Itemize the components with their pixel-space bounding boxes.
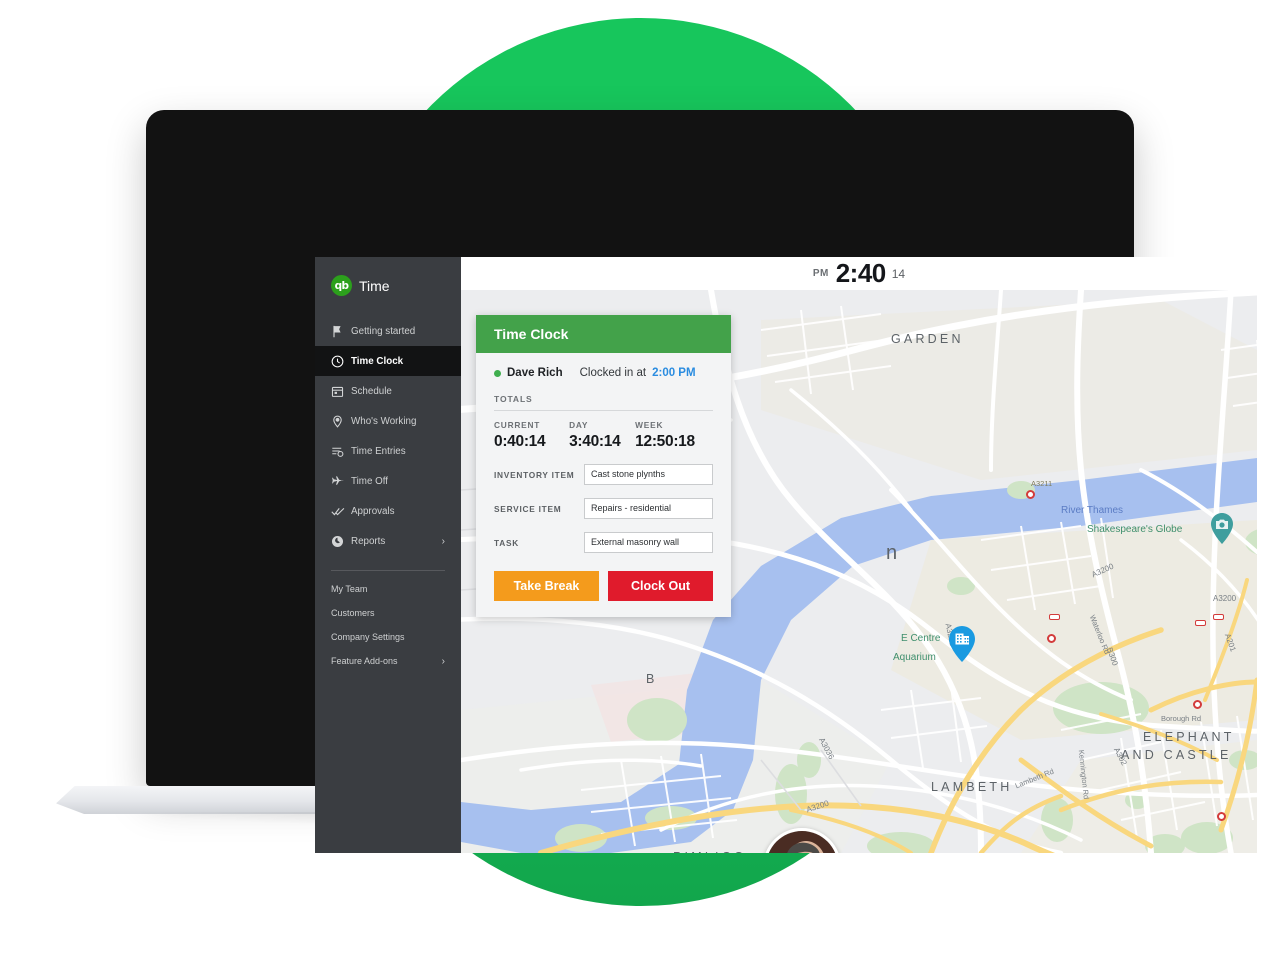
card-actions: Take Break Clock Out [494, 571, 713, 601]
totals-heading: TOTALS [494, 394, 533, 404]
sidebar-item-customers[interactable]: Customers [315, 601, 461, 625]
photo-poi-pin[interactable] [1209, 512, 1235, 545]
time-clock-card: Time Clock Dave Rich Clocked in at 2:00 … [476, 315, 731, 617]
time-clock-card-body: Dave Rich Clocked in at 2:00 PM TOTALS C… [476, 353, 731, 617]
totals-grid: CURRENT 0:40:14 DAY 3:40:14 WEEK 12:50:1… [494, 420, 713, 451]
tube-station-icon [1026, 490, 1035, 499]
total-week: WEEK 12:50:18 [635, 420, 713, 451]
sidebar-item-time-off[interactable]: Time Off [315, 466, 461, 496]
total-day-value: 3:40:14 [569, 433, 621, 450]
sidebar-item-feature-addons[interactable]: Feature Add-ons › [315, 649, 461, 673]
total-current: CURRENT 0:40:14 [494, 420, 569, 451]
clock-meridiem: PM [812, 268, 829, 279]
chevron-right-icon: › [441, 655, 445, 667]
clock-seconds: 14 [891, 266, 906, 281]
employee-name: Dave Rich [507, 367, 563, 379]
sidebar-item-label: Approvals [351, 505, 395, 517]
sidebar-item-schedule[interactable]: Schedule [315, 376, 461, 406]
service-item-input[interactable]: Repairs - residential [584, 498, 713, 519]
inventory-item-input[interactable]: Cast stone plynths [584, 464, 713, 485]
screenshot-canvas: CITY OF LONDON GARDEN SOUTHWARK KIPLING … [0, 0, 1280, 960]
double-check-icon [331, 505, 351, 518]
employee-status-row: Dave Rich Clocked in at 2:00 PM [494, 367, 713, 379]
sidebar-item-label: Getting started [351, 325, 416, 337]
service-item-row: SERVICE ITEM Repairs - residential [494, 498, 713, 519]
sidebar-item-my-team[interactable]: My Team [315, 577, 461, 601]
brand-logo[interactable]: qb Time [315, 257, 461, 312]
total-week-caption: WEEK [635, 420, 664, 430]
status-dot-icon [494, 369, 501, 377]
rail-station-icon [1049, 614, 1060, 620]
inventory-item-label: INVENTORY ITEM [494, 469, 575, 480]
job-site-pin[interactable] [947, 625, 977, 663]
task-row: TASK External masonry wall [494, 532, 713, 553]
tube-station-icon [1193, 700, 1202, 709]
flag-icon [331, 325, 351, 338]
total-week-value: 12:50:18 [635, 433, 695, 450]
tube-station-icon [1217, 812, 1226, 821]
service-item-label: SERVICE ITEM [494, 503, 562, 514]
clock-out-button[interactable]: Clock Out [608, 571, 713, 601]
total-current-value: 0:40:14 [494, 433, 546, 450]
rail-station-icon [1195, 620, 1206, 626]
sidebar-item-label: Time Entries [351, 445, 406, 457]
sidebar-nav: Getting started Time Clock Schedule Who'… [315, 316, 461, 556]
airplane-icon [331, 475, 351, 488]
avatar[interactable] [763, 828, 841, 853]
totals-divider [494, 410, 713, 411]
take-break-button[interactable]: Take Break [494, 571, 599, 601]
clocked-in-label: Clocked in at [579, 367, 647, 379]
sidebar-item-company-settings[interactable]: Company Settings [315, 625, 461, 649]
inventory-item-row: INVENTORY ITEM Cast stone plynths [494, 464, 713, 485]
sidebar-item-label: Time Clock [351, 355, 404, 367]
sidebar-secondary-nav: My Team Customers Company Settings Featu… [315, 577, 461, 673]
laptop-mockup: CITY OF LONDON GARDEN SOUTHWARK KIPLING … [0, 0, 1280, 960]
brand-name: Time [359, 277, 390, 294]
task-label: TASK [494, 537, 519, 548]
sidebar-item-label: Who's Working [351, 415, 417, 427]
sidebar-item-reports[interactable]: Reports › [315, 526, 461, 556]
sidebar-item-approvals[interactable]: Approvals [315, 496, 461, 526]
clock-icon [331, 355, 351, 368]
sidebar-item-getting-started[interactable]: Getting started [315, 316, 461, 346]
task-input[interactable]: External masonry wall [584, 532, 713, 553]
sidebar-item-label: Schedule [351, 385, 392, 397]
total-day: DAY 3:40:14 [569, 420, 635, 451]
list-clock-icon [331, 445, 351, 458]
sidebar-item-label: Customers [331, 608, 375, 618]
pie-chart-icon [331, 535, 351, 548]
chevron-right-icon: › [441, 535, 445, 547]
sidebar-item-label: Reports [351, 535, 386, 547]
clock-time: 2:40 [835, 258, 887, 288]
sidebar-item-time-entries[interactable]: Time Entries [315, 436, 461, 466]
sidebar-item-label: My Team [331, 584, 368, 594]
total-day-caption: DAY [569, 420, 589, 430]
sidebar-item-label: Feature Add-ons [331, 656, 398, 666]
total-current-caption: CURRENT [494, 420, 541, 430]
tube-station-icon [1047, 634, 1056, 643]
clock-topbar: PM 2:40 14 [461, 257, 1257, 290]
rail-station-icon [1213, 614, 1224, 620]
laptop-lid: CITY OF LONDON GARDEN SOUTHWARK KIPLING … [146, 110, 1257, 853]
sidebar-item-label: Time Off [351, 475, 389, 487]
clocked-in-time: 2:00 PM [652, 367, 696, 379]
sidebar: qb Time Getting started Time Clock Sched… [315, 257, 461, 853]
calendar-icon [331, 385, 351, 398]
sidebar-divider [331, 570, 445, 571]
sidebar-item-label: Company Settings [331, 632, 405, 642]
map-pin-icon [331, 415, 351, 428]
quickbooks-logo-icon: qb [331, 275, 352, 296]
laptop-screen: CITY OF LONDON GARDEN SOUTHWARK KIPLING … [315, 257, 1257, 853]
sidebar-item-whos-working[interactable]: Who's Working [315, 406, 461, 436]
sidebar-item-time-clock[interactable]: Time Clock [315, 346, 461, 376]
time-clock-card-title: Time Clock [476, 315, 731, 353]
